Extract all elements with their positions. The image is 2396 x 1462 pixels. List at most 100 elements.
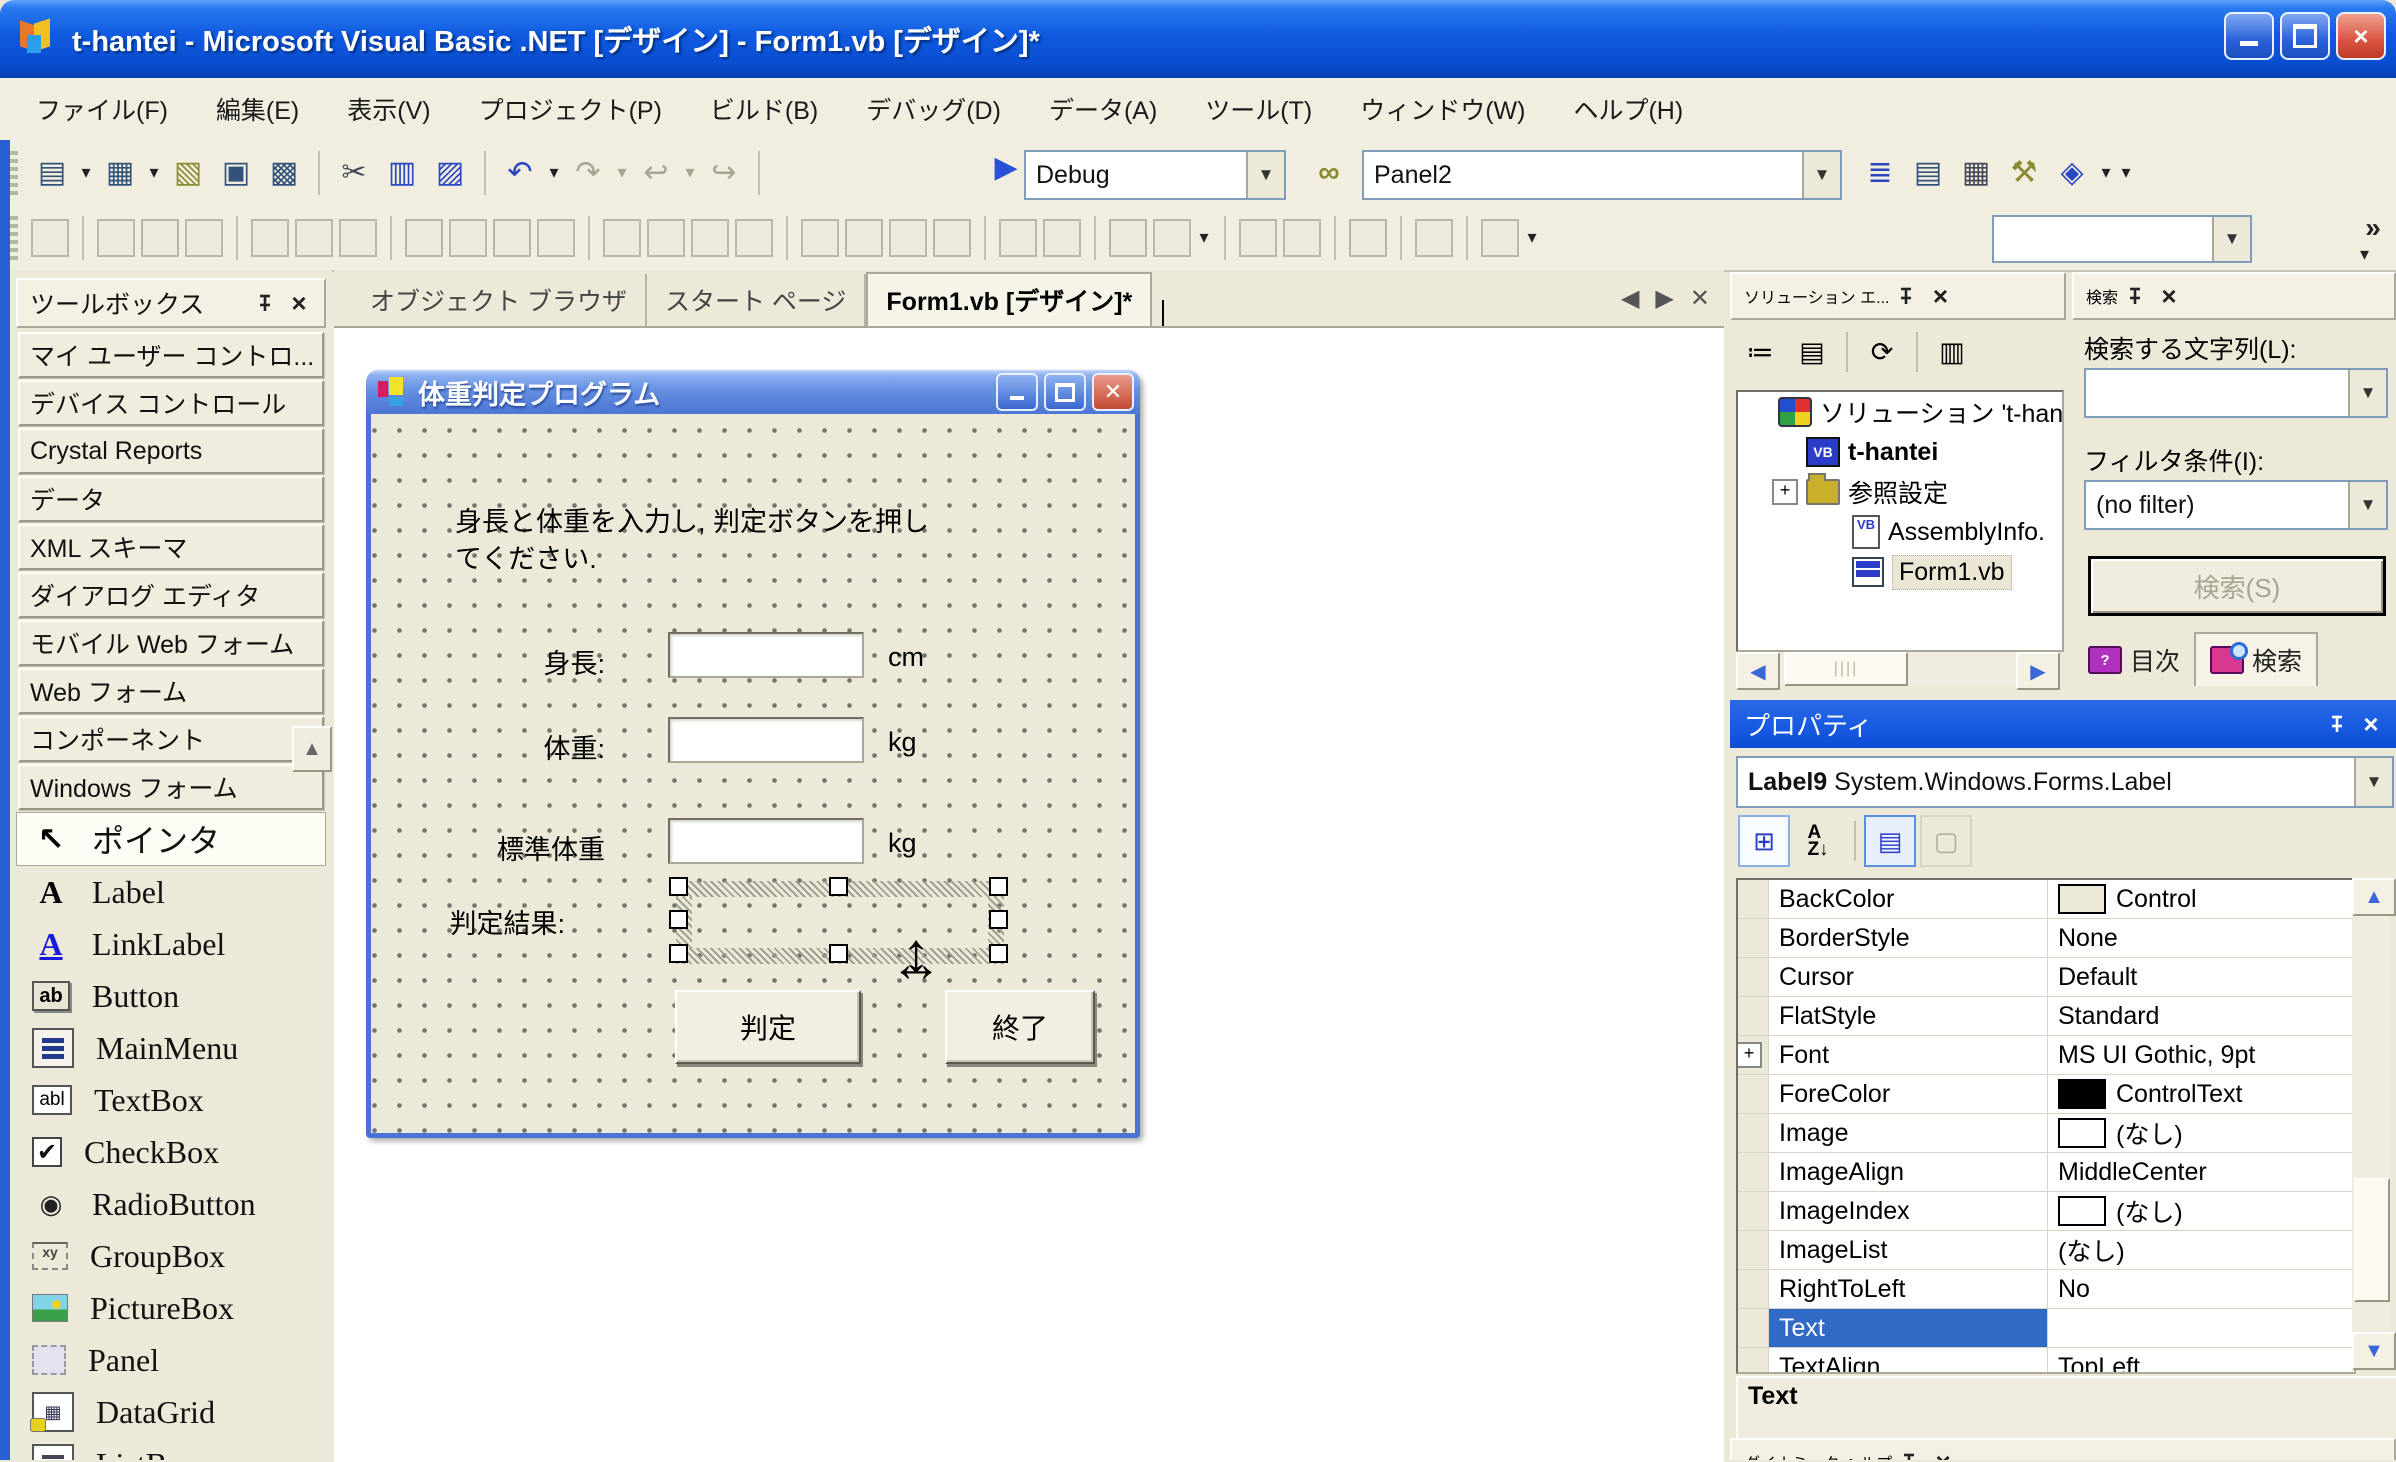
chevron-down-icon[interactable]: ▼ xyxy=(2212,217,2250,261)
start-debug-icon[interactable]: ▶ xyxy=(986,150,1026,185)
property-name[interactable]: ImageIndex xyxy=(1769,1192,2048,1230)
separator[interactable] xyxy=(82,216,84,260)
property-name[interactable]: TextAlign xyxy=(1769,1348,2048,1374)
make-same-height-icon[interactable] xyxy=(493,219,531,257)
property-name[interactable]: FlatStyle xyxy=(1769,997,2048,1035)
vertical-scrollbar[interactable]: ▲ ▼ xyxy=(2352,878,2390,1370)
tree-node[interactable]: VB t-hantei xyxy=(1738,432,2062,472)
unit-label[interactable]: kg xyxy=(888,828,917,859)
tree-node[interactable]: VB AssemblyInfo. xyxy=(1738,512,2062,552)
properties-view-icon[interactable]: ▤ xyxy=(1864,815,1916,867)
property-value[interactable]: ControlText xyxy=(2048,1075,2354,1113)
toolbox-category-button[interactable]: ダイアログ エディタ xyxy=(18,572,324,618)
designed-form-window[interactable]: 体重判定プログラム ✕ 身長と体重を入力し, 判定ボタンを押し てください. 身… xyxy=(366,370,1140,1138)
scroll-down-icon[interactable]: ▼ xyxy=(2352,1332,2396,1370)
properties-window-icon[interactable]: ▤ xyxy=(1906,150,1950,194)
filter-combobox[interactable]: (no filter) ▼ xyxy=(2084,480,2388,530)
align-to-grid-icon[interactable] xyxy=(31,219,69,257)
separator[interactable] xyxy=(786,216,788,260)
menu-item[interactable]: ウィンドウ(W) xyxy=(1336,91,1549,127)
property-name[interactable]: ImageList xyxy=(1769,1231,2048,1269)
toolbox-category-button[interactable]: XML スキーマ xyxy=(18,524,324,570)
undo-dropdown[interactable]: ▾ xyxy=(544,162,564,183)
save-icon[interactable]: ▣ xyxy=(214,151,258,195)
increase-vertical-spacing-icon[interactable] xyxy=(845,219,883,257)
resize-handle-w[interactable] xyxy=(669,910,688,929)
send-to-back-icon[interactable] xyxy=(1153,219,1191,257)
chevron-down-icon[interactable]: ▼ xyxy=(1246,152,1284,198)
tree-node-label[interactable]: Form1.vb xyxy=(1892,555,2012,590)
property-value[interactable]: None xyxy=(2048,919,2354,957)
open-file-icon[interactable]: ▧ xyxy=(166,151,210,195)
add-new-item-dropdown[interactable]: ▾ xyxy=(144,162,164,183)
align-middles-icon[interactable] xyxy=(295,219,333,257)
refresh-icon[interactable]: ⟳ xyxy=(1858,329,1906,375)
solution-explorer-icon[interactable]: ≣ xyxy=(1858,150,1902,194)
toolbox-category-button[interactable]: Web フォーム xyxy=(18,668,324,714)
new-project-dropdown[interactable]: ▾ xyxy=(76,162,96,183)
toolbox-item[interactable]: PictureBox xyxy=(10,1282,332,1334)
tree-node-label[interactable]: 参照設定 xyxy=(1848,474,1948,510)
menu-item[interactable]: デバッグ(D) xyxy=(842,91,1025,127)
decrease-vertical-spacing-icon[interactable] xyxy=(889,219,927,257)
view-designer-icon[interactable]: ▤ xyxy=(1788,329,1836,375)
field-label[interactable]: 標準体重 xyxy=(375,828,605,867)
resize-handle-s[interactable] xyxy=(829,944,848,963)
redo-dropdown[interactable]: ▾ xyxy=(612,162,632,183)
close-icon[interactable]: × xyxy=(2152,279,2186,313)
property-name[interactable]: RightToLeft xyxy=(1769,1270,2048,1308)
property-row[interactable]: BorderStyle None xyxy=(1738,919,2354,958)
pin-icon[interactable] xyxy=(1892,1445,1926,1460)
field-label[interactable]: 身長: xyxy=(375,642,605,681)
show-all-files-icon[interactable]: ▥ xyxy=(1928,329,1976,375)
minimize-button[interactable] xyxy=(2224,12,2274,60)
align-lefts-icon[interactable] xyxy=(97,219,135,257)
increase-horizontal-spacing-icon[interactable] xyxy=(647,219,685,257)
menu-item[interactable]: データ(A) xyxy=(1025,91,1181,127)
resize-handle-sw[interactable] xyxy=(669,944,688,963)
toolbox-category-button[interactable]: Crystal Reports xyxy=(18,428,324,474)
size-to-grid-icon[interactable] xyxy=(449,219,487,257)
toolbox-scroll-up-button[interactable]: ▲ xyxy=(292,726,332,772)
align-tops-icon[interactable] xyxy=(251,219,289,257)
toolbox-item[interactable]: ListBox xyxy=(10,1438,332,1460)
close-icon[interactable]: × xyxy=(1926,1445,1960,1460)
separator[interactable] xyxy=(318,151,320,195)
resize-handle-se[interactable] xyxy=(989,944,1008,963)
property-row[interactable]: ImageList (なし) xyxy=(1738,1231,2354,1270)
save-all-icon[interactable]: ▩ xyxy=(262,151,306,195)
navigate-forward-icon[interactable]: ↪ xyxy=(702,151,746,195)
property-name[interactable]: ForeColor xyxy=(1769,1075,2048,1113)
center-vertically-icon[interactable] xyxy=(1043,219,1081,257)
solution-configuration-combobox[interactable]: Debug ▼ xyxy=(1024,150,1286,200)
toolbox-category-button[interactable]: データ xyxy=(18,476,324,522)
close-icon[interactable]: × xyxy=(2354,707,2388,741)
navigate-back-dropdown[interactable]: ▾ xyxy=(680,162,700,183)
toolbox-item[interactable]: xy GroupBox xyxy=(10,1230,332,1282)
new-project-icon[interactable]: ▤ xyxy=(30,151,74,195)
snap-to-grid-icon[interactable] xyxy=(1481,219,1519,257)
property-value[interactable]: No xyxy=(2048,1270,2354,1308)
chevron-down-icon[interactable]: ▼ xyxy=(2354,758,2392,806)
class-view-icon[interactable]: ◈ xyxy=(2050,150,2094,194)
property-value[interactable]: MiddleCenter xyxy=(2048,1153,2354,1191)
toolbox-item[interactable]: ab Button xyxy=(10,970,332,1022)
tab-contents[interactable]: ? 目次 xyxy=(2074,634,2194,686)
remove-horizontal-spacing-icon[interactable] xyxy=(735,219,773,257)
menu-item[interactable]: ツール(T) xyxy=(1181,91,1336,127)
property-name[interactable]: Font xyxy=(1769,1036,2048,1074)
center-horizontally-icon[interactable] xyxy=(999,219,1037,257)
property-value[interactable]: Default xyxy=(2048,958,2354,996)
make-same-width-icon[interactable] xyxy=(405,219,443,257)
scrollbar-thumb[interactable] xyxy=(2354,1178,2390,1302)
separator[interactable] xyxy=(984,216,986,260)
instruction-label[interactable]: 身長と体重を入力し, 判定ボタンを押し てください. xyxy=(455,504,929,578)
separator[interactable] xyxy=(1224,216,1226,260)
categorized-icon[interactable]: ⊞ xyxy=(1738,815,1790,867)
property-value[interactable]: (なし) xyxy=(2048,1231,2354,1269)
chevron-down-icon[interactable]: ▼ xyxy=(2348,370,2386,416)
unit-label[interactable]: cm xyxy=(888,642,924,673)
alphabetical-icon[interactable]: AZ↓ xyxy=(1794,817,1842,865)
property-row[interactable]: BackColor Control xyxy=(1738,880,2354,919)
toolbox-item[interactable]: ◉ RadioButton xyxy=(10,1178,332,1230)
